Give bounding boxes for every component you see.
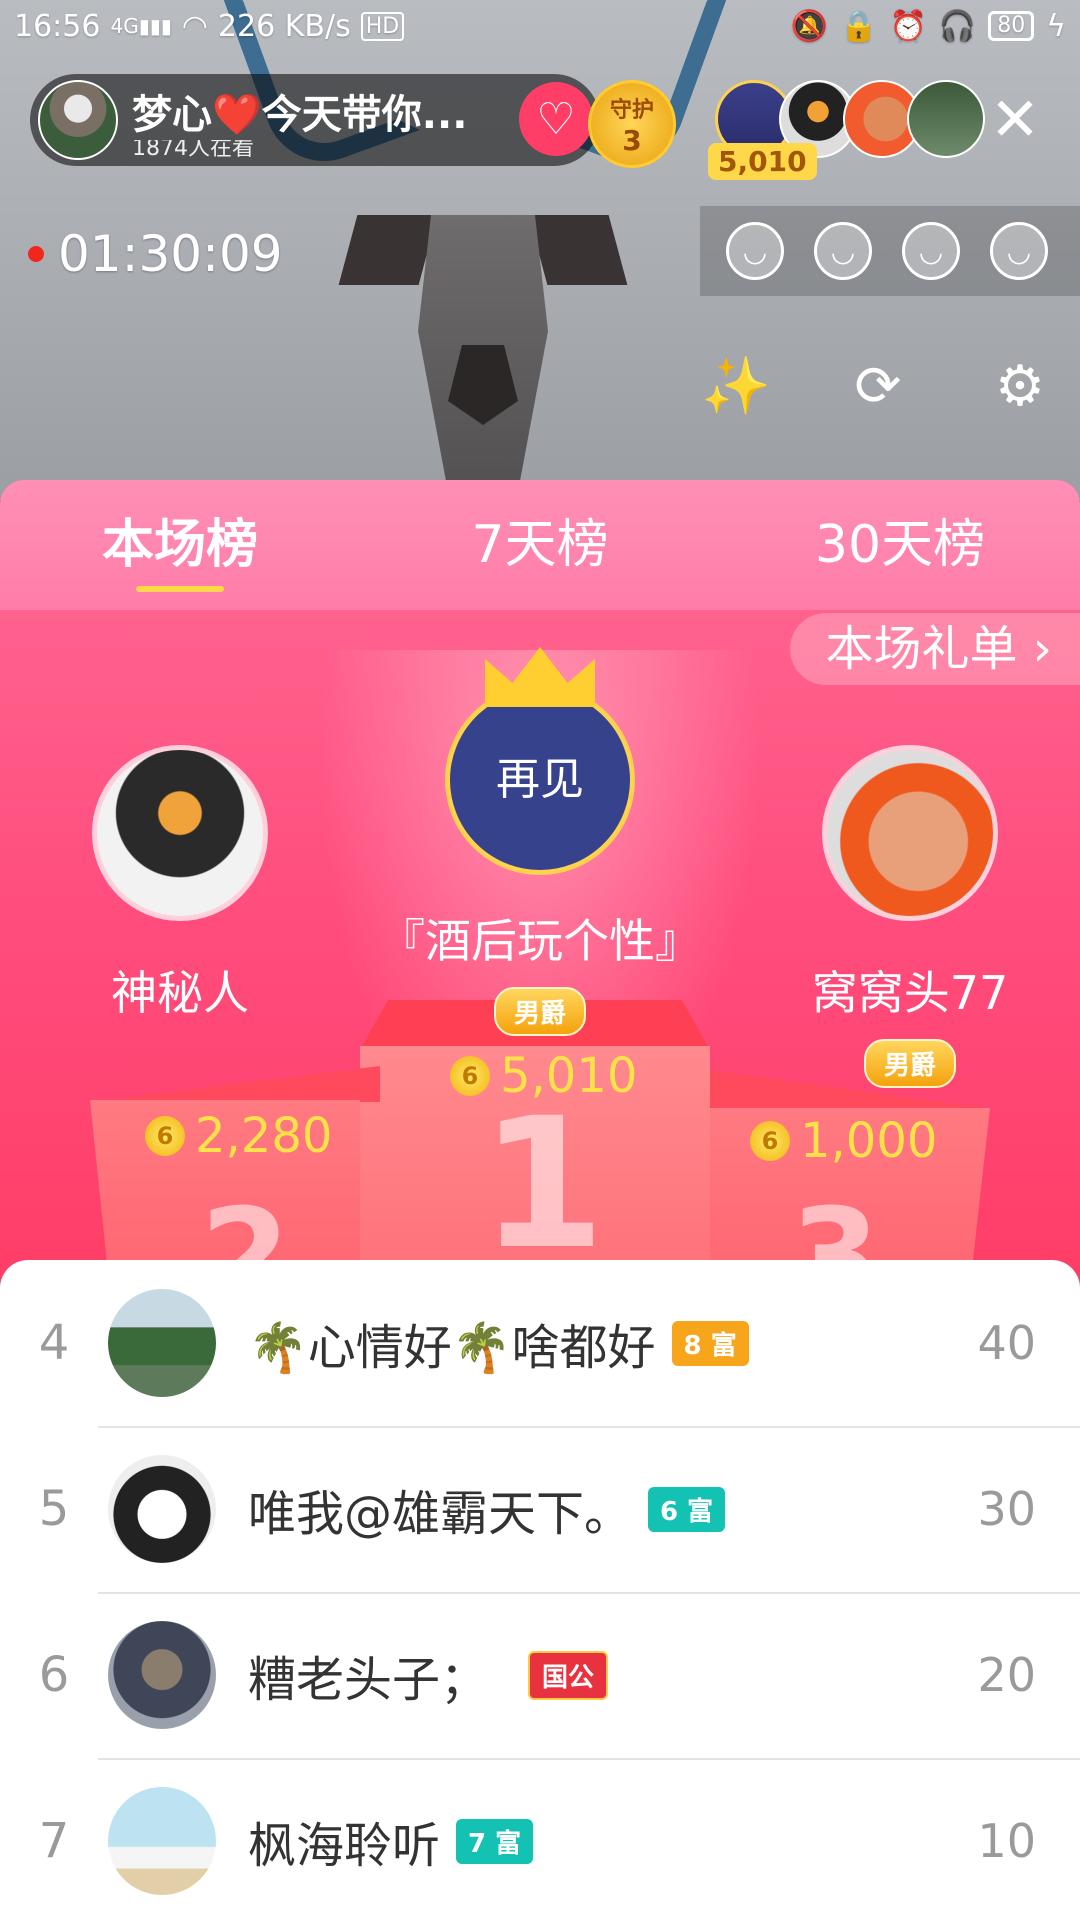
host-name: 梦心❤️今天带你...: [132, 92, 468, 138]
guard-badge[interactable]: 守护 3: [588, 80, 676, 168]
ranking-list: 4 🌴心情好🌴啥都好 8 富 40 5 唯我@雄霸天下。 6 富 30 6 糟老…: [0, 1260, 1080, 1920]
avatar[interactable]: [108, 1787, 216, 1895]
coin-icon: 6: [750, 1121, 790, 1161]
network-speed: 226 KB/s: [217, 8, 351, 44]
sofa-seat-icon[interactable]: ◡: [990, 222, 1048, 280]
list-item[interactable]: 6 糟老头子； 国公 20: [0, 1592, 1080, 1758]
host-avatar[interactable]: [38, 80, 118, 160]
second-avatar[interactable]: [92, 745, 268, 921]
user-name: 枫海聆听: [248, 1818, 441, 1874]
tab-30-days[interactable]: 30天榜: [720, 480, 1080, 610]
signal-icon: 4G ▮▮▮: [110, 14, 172, 38]
lock-icon: 🔒: [840, 8, 878, 44]
user-name: 唯我@雄霸天下。: [248, 1486, 633, 1542]
gear-icon[interactable]: ⚙: [984, 350, 1056, 422]
rank-number: 7: [38, 1813, 70, 1869]
contribution-value: 40: [977, 1316, 1036, 1370]
ranking-tabs: 本场榜 7天榜 30天榜: [0, 480, 1080, 610]
heart-plus-icon: ♡: [536, 93, 576, 145]
third-rank-badge: 男爵: [863, 1039, 956, 1088]
viewer-avatar[interactable]: [907, 80, 985, 158]
sofa-seat-icon[interactable]: ◡: [902, 222, 960, 280]
user-name: 🌴心情好🌴啥都好: [248, 1320, 656, 1376]
contribution-value: 10: [977, 1814, 1036, 1868]
top-viewer-coin-count: 5,010: [708, 143, 817, 180]
follow-heart-button[interactable]: ♡: [519, 82, 593, 156]
contribution-value: 30: [977, 1482, 1036, 1536]
podium-top-2: [90, 1066, 380, 1102]
level-badge: 国公: [528, 1650, 609, 1700]
switch-camera-icon[interactable]: ⟳: [842, 350, 914, 422]
status-time: 16:56: [14, 8, 101, 44]
host-tools: ✨ ⟳ ⚙: [700, 350, 1056, 422]
podium-third[interactable]: 窝窝头77 男爵: [780, 745, 1040, 1088]
deer-head-decor: [338, 175, 628, 500]
level-badge: 8 富: [671, 1320, 749, 1366]
first-score-value: 5,010: [500, 1048, 638, 1104]
list-item[interactable]: 4 🌴心情好🌴啥都好 8 富 40: [0, 1260, 1080, 1426]
sofa-seat-icon[interactable]: ◡: [814, 222, 872, 280]
beauty-wand-icon[interactable]: ✨: [700, 350, 772, 422]
live-timer: 01:30:09: [28, 225, 283, 283]
third-score: 6 1,000: [750, 1113, 937, 1169]
sofa-seat-icon[interactable]: ◡: [726, 222, 784, 280]
level-badge: 7 富: [456, 1818, 534, 1864]
user-name: 糟老头子；: [248, 1652, 489, 1708]
headphone-icon: 🎧: [938, 8, 977, 44]
guard-count: 3: [622, 123, 642, 157]
third-name: 窝窝头77: [811, 966, 1009, 1020]
battery-icon: 80: [988, 11, 1035, 41]
third-score-value: 1,000: [800, 1113, 938, 1169]
recording-dot-icon: [28, 246, 44, 262]
host-info-bar[interactable]: 梦心❤️今天带你... 1874人在看: [30, 74, 600, 166]
network-type: 4G: [110, 14, 139, 38]
live-room-screen: 16:56 4G ▮▮▮ ◠ 226 KB/s HD 🔕 🔒 ⏰ 🎧 80 ϟ 梦…: [0, 0, 1080, 1920]
third-avatar[interactable]: [822, 745, 998, 921]
first-avatar[interactable]: 再见: [445, 685, 635, 875]
status-bar: 16:56 4G ▮▮▮ ◠ 226 KB/s HD 🔕 🔒 ⏰ 🎧 80 ϟ: [0, 0, 1080, 52]
ranking-panel: 本场榜 7天榜 30天榜 本场礼单 › 1 2 3 再见 『酒后玩个性』 男爵: [0, 480, 1080, 1920]
alarm-icon: ⏰: [889, 8, 927, 44]
mute-bell-icon: 🔕: [790, 8, 829, 44]
wifi-icon: ◠: [181, 8, 208, 44]
contribution-value: 20: [977, 1648, 1036, 1702]
avatar[interactable]: [108, 1289, 216, 1397]
second-score-value: 2,280: [195, 1108, 333, 1164]
podium-number-1: 1: [480, 1080, 606, 1289]
first-rank-badge: 男爵: [493, 987, 586, 1036]
gift-list-link[interactable]: 本场礼单 ›: [789, 613, 1080, 685]
second-score: 6 2,280: [145, 1108, 332, 1164]
avatar[interactable]: [108, 1621, 216, 1729]
level-badge: 6 富: [648, 1486, 726, 1532]
charging-icon: ϟ: [1046, 8, 1066, 44]
guest-seats: ◡ ◡ ◡ ◡: [700, 206, 1080, 296]
live-timer-text: 01:30:09: [58, 225, 283, 283]
rank-number: 5: [38, 1481, 70, 1537]
rank-number: 4: [38, 1315, 70, 1371]
first-score: 6 5,010: [450, 1048, 637, 1104]
rank-number: 6: [38, 1647, 70, 1703]
second-name: 神秘人: [111, 966, 249, 1020]
first-avatar-text: 再见: [496, 754, 584, 805]
list-item[interactable]: 7 枫海聆听 7 富 10: [0, 1758, 1080, 1920]
close-icon[interactable]: ✕: [985, 90, 1045, 150]
viewer-count: 1874人在看: [132, 140, 254, 158]
guard-label: 守护: [609, 97, 654, 123]
coin-icon: 6: [145, 1116, 185, 1156]
avatar[interactable]: [108, 1455, 216, 1563]
tab-7-days[interactable]: 7天榜: [360, 480, 720, 610]
list-item[interactable]: 5 唯我@雄霸天下。 6 富 30: [0, 1426, 1080, 1592]
podium-first[interactable]: 再见 『酒后玩个性』 男爵: [340, 647, 740, 1036]
coin-icon: 6: [450, 1056, 490, 1096]
hd-icon: HD: [360, 11, 405, 41]
tab-this-session[interactable]: 本场榜: [0, 480, 360, 610]
podium-second[interactable]: 神秘人: [50, 745, 310, 1023]
first-name: 『酒后玩个性』: [379, 914, 701, 968]
